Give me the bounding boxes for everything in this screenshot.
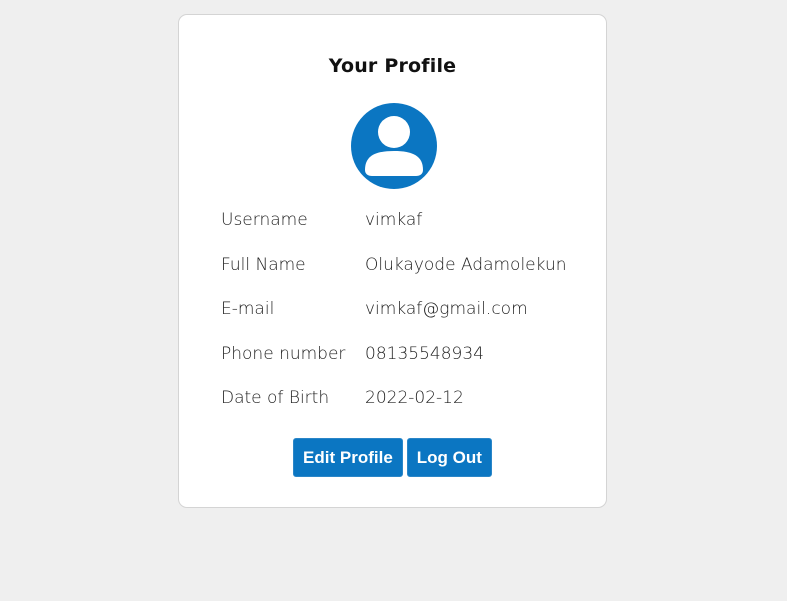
edit-profile-button[interactable]: Edit Profile [293, 438, 403, 477]
full-name-value: Olukayode Adamolekun [365, 255, 567, 275]
profile-actions: Edit Profile Log Out [179, 438, 606, 477]
log-out-button[interactable]: Log Out [406, 438, 492, 477]
profile-card: Your Profile Username vimkaf Full Name O… [178, 14, 607, 508]
dob-label: Date of Birth [221, 388, 330, 408]
email-value: vimkaf@gmail.com [365, 299, 528, 319]
phone-value: 08135548934 [365, 344, 484, 364]
user-avatar-icon [351, 103, 437, 189]
username-label: Username [221, 210, 308, 230]
dob-value: 2022-02-12 [365, 388, 464, 408]
phone-label: Phone number [221, 344, 346, 364]
username-value: vimkaf [365, 210, 423, 230]
page-title: Your Profile [328, 55, 457, 77]
full-name-label: Full Name [221, 255, 306, 275]
email-label: E-mail [221, 299, 275, 319]
